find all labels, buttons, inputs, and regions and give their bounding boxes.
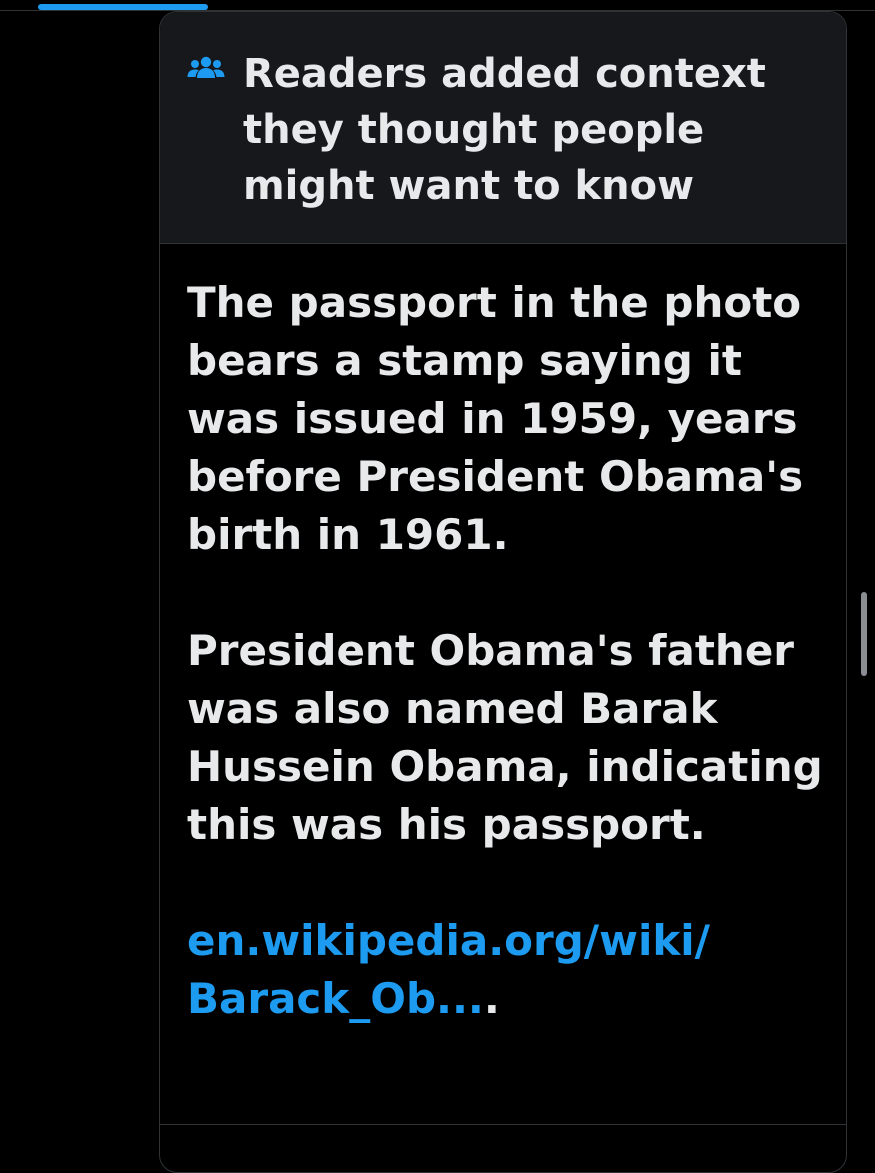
card-divider <box>160 1124 846 1125</box>
people-icon <box>186 54 226 86</box>
link-period: . <box>483 974 500 1023</box>
note-body: The passport in the photo bears a stamp … <box>187 274 837 1028</box>
community-note-card: Readers added context they thought peopl… <box>159 11 847 1173</box>
scrollbar[interactable] <box>861 592 867 676</box>
note-title: Readers added context they thought peopl… <box>243 51 766 209</box>
note-header: Readers added context they thought peopl… <box>160 12 846 244</box>
source-link-line: Barack_Ob... <box>187 974 484 1023</box>
source-link-line: en.wikipedia.org/wiki/ <box>187 916 711 965</box>
source-link[interactable]: en.wikipedia.org/wiki/ Barack_Ob.... <box>187 912 837 1028</box>
note-paragraph: The passport in the photo bears a stamp … <box>187 278 804 559</box>
note-paragraph: President Obama's father was also named … <box>187 626 823 849</box>
